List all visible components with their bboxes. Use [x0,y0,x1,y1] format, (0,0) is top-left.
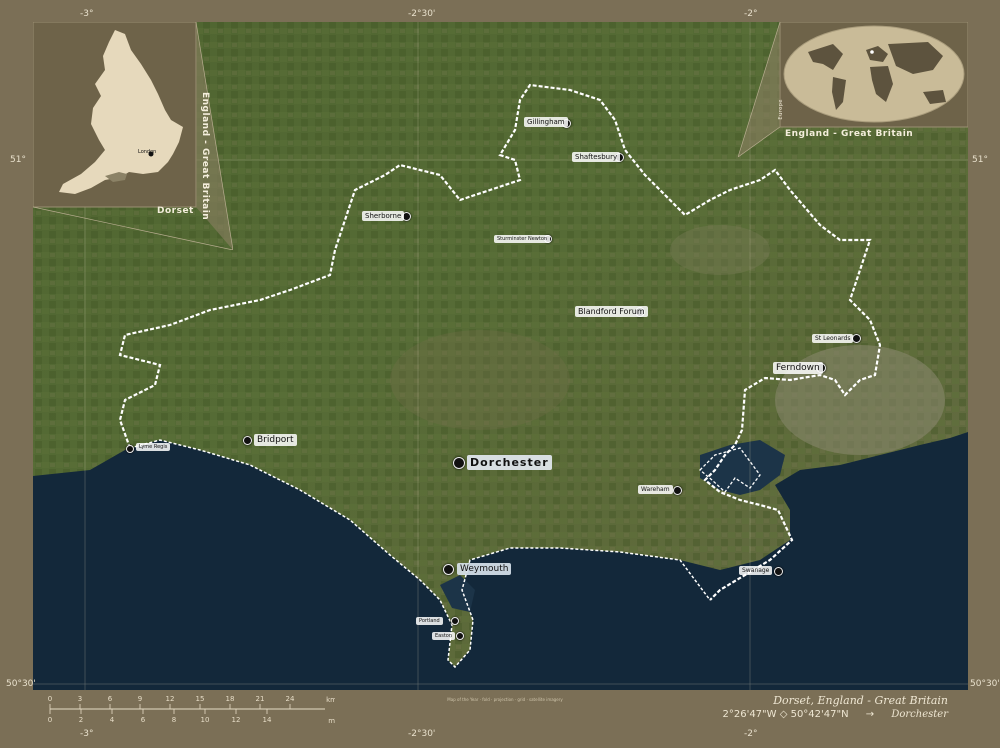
lon-label-top-3: -2° [744,9,758,19]
city-label: Swanage [739,566,773,575]
scale-km-label: 21 [256,695,265,703]
scale-km-label: 15 [196,695,205,703]
city-marker [673,486,682,495]
scale-mi-label: 8 [172,716,176,724]
scale-mi-label: 0 [48,716,52,724]
farmland-patch [670,225,770,275]
city-label: Weymouth [457,563,512,575]
city-marker [451,617,459,625]
scale-mi-unit: mi [328,717,335,725]
map-title: Dorset, England - Great Britain [773,694,948,707]
city-label: Gillingham [524,117,568,127]
scale-mi-label: 2 [79,716,83,724]
inset-left-title: England - Great Britain [200,92,210,221]
scale-mi-label: 4 [110,716,115,724]
map-credit: Map of the Year · fold · projection · gr… [447,697,563,702]
arrow-icon: → [865,709,875,720]
scale-mi-label: 10 [201,716,210,724]
city-label: Bridport [254,434,297,446]
inset-right-title: England - Great Britain [785,129,914,139]
coordinates-value: 2°26'47"W ◇ 50°42'47"N [722,709,849,720]
scale-mi-label: 6 [141,716,146,724]
scale-km-label: 12 [166,695,175,703]
lon-label-bottom-2: -2°30' [408,729,436,739]
city-label: Blandford Forum [575,306,648,317]
lat-label-right-2: 50°30' [970,679,1000,689]
scale-bar: 03691215182124 02468101214 km mi [48,695,335,725]
lat-label-left-2: 50°30' [6,679,36,689]
scale-mi-label: 12 [232,716,241,724]
inset-right-continent: Europe [778,99,784,120]
scale-km-label: 0 [48,695,52,703]
map-coordinates: 2°26'47"W ◇ 50°42'47"N → Dorchester [722,709,948,720]
city-marker [126,445,134,453]
uk-marker [870,50,874,54]
city-label: Shaftesbury [572,152,621,162]
scale-km-label: 3 [78,695,82,703]
scale-mi: 0 2 4 6 8 10 12 14 [48,709,272,724]
scale-km-label: 24 [286,695,295,703]
lon-label-top-1: -3° [80,9,94,19]
city-marker [852,334,861,343]
city-label: Sherborne [362,211,405,221]
scale-km-unit: km [326,696,335,704]
city-label: Ferndown [773,362,823,374]
city-label: Sturminster Newton [494,235,551,243]
scale-mi-label: 14 [263,716,272,724]
lat-label-left-1: 51° [10,155,26,165]
city-marker-capital [453,457,465,469]
city-label: Dorchester [467,455,552,470]
scale-km-label: 18 [226,695,235,703]
city-marker [774,567,783,576]
city-label: Easton [432,632,456,640]
city-marker [443,564,454,575]
capital-name: Dorchester [891,709,948,720]
lon-label-top-2: -2°30' [408,9,436,19]
inset-london-label: London [138,149,157,155]
inset-region-label: Dorset [157,206,194,216]
lon-label-bottom-1: -3° [80,729,94,739]
city-label: St Leonards [812,334,854,343]
map-frame: -3° -2°30' -2° 51° 50°30' 51° 50°30' -3°… [0,0,1000,748]
city-marker [456,632,464,640]
city-label: Lyme Regis [136,443,171,451]
scale-km-label: 6 [108,695,113,703]
city-label: Portland [416,617,443,625]
downland-patch [390,330,570,430]
city-marker [243,436,252,445]
scale-km-label: 9 [138,695,142,703]
lat-label-right-1: 51° [972,155,988,165]
scale-km: 0 3 6 9 12 15 18 21 24 [48,695,295,709]
lon-label-bottom-3: -2° [744,729,758,739]
city-label: Wareham [638,485,673,494]
